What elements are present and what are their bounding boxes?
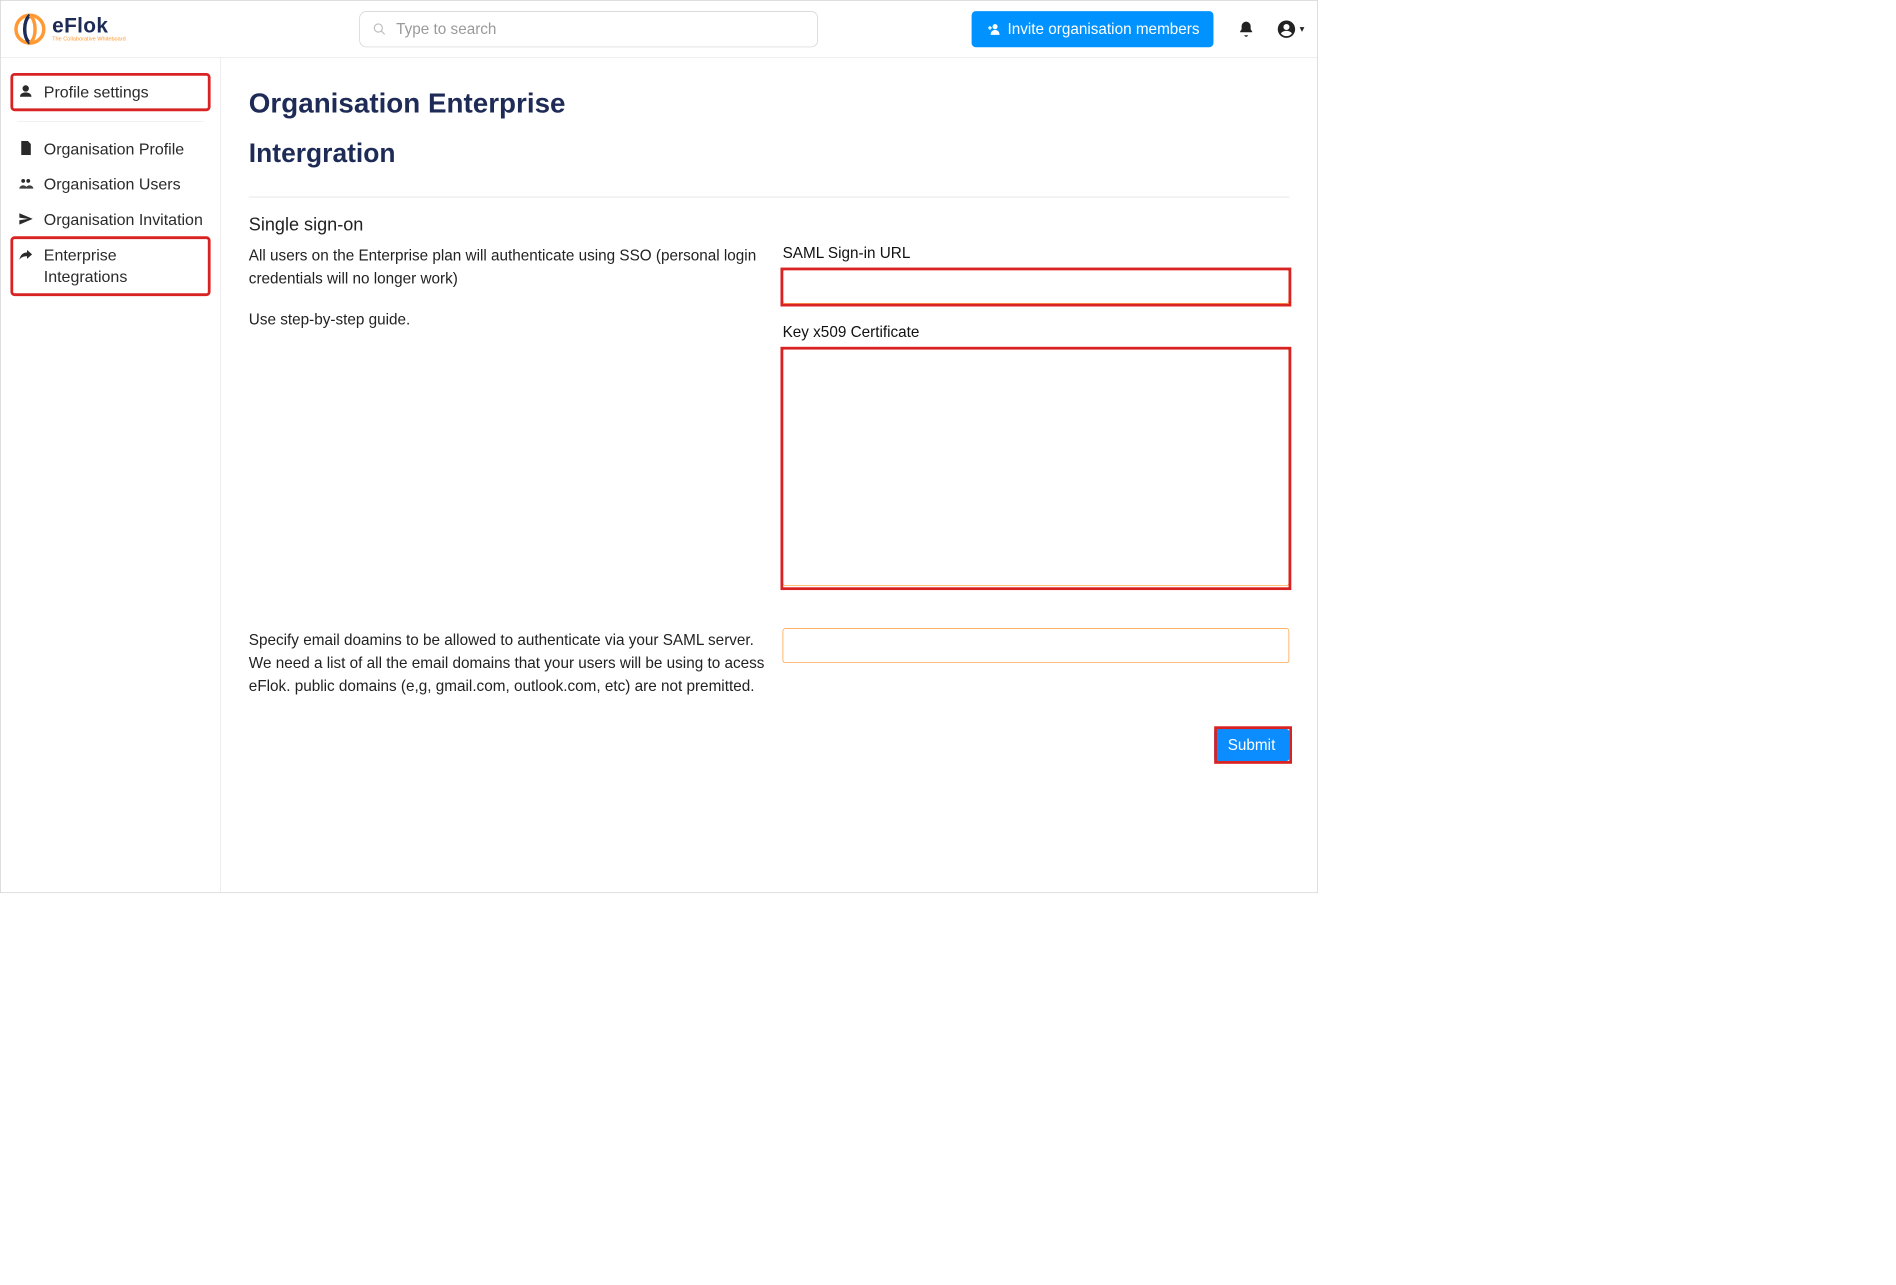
sso-two-col: All users on the Enterprise plan will au…: [249, 244, 1289, 609]
page-subtitle: Intergration: [249, 139, 1289, 169]
bell-icon: [1237, 20, 1255, 38]
saml-url-label: SAML Sign-in URL: [783, 244, 1290, 262]
sidebar-divider: [17, 121, 203, 122]
sso-heading: Single sign-on: [249, 214, 1289, 236]
brand-tagline: The Collaborative Whiteboard: [52, 35, 126, 41]
sidebar-item-organisation-users[interactable]: Organisation Users: [12, 167, 209, 202]
submit-row: Submit: [249, 729, 1289, 761]
domains-help-text: Specify email doamins to be allowed to a…: [249, 628, 777, 697]
sidebar-item-label: Organisation Invitation: [44, 209, 203, 231]
share-icon: [17, 247, 34, 262]
search-wrap: [359, 11, 818, 47]
user-circle-icon: [1276, 18, 1297, 39]
brand-name: eFlok: [52, 15, 108, 38]
invite-members-label: Invite organisation members: [1007, 20, 1199, 38]
invite-members-button[interactable]: Invite organisation members: [971, 11, 1213, 47]
sso-guide-text: Use step-by-step guide.: [249, 308, 777, 331]
domains-input[interactable]: [783, 628, 1290, 663]
search-icon: [373, 22, 387, 36]
cert-textarea[interactable]: [783, 348, 1290, 586]
saml-url-input[interactable]: [783, 269, 1290, 304]
cert-label: Key x509 Certificate: [783, 323, 1290, 341]
sidebar-item-enterprise-integrations[interactable]: Enterprise Integrations: [12, 238, 209, 295]
body: Profile settings Organisation Profile: [1, 58, 1317, 893]
user-menu[interactable]: ▾: [1276, 18, 1305, 39]
domains-row: Specify email doamins to be allowed to a…: [249, 628, 1289, 697]
sidebar-item-label: Organisation Profile: [44, 138, 184, 160]
cert-field: Key x509 Certificate: [783, 323, 1290, 589]
search-input[interactable]: [395, 19, 805, 38]
caret-down-icon: ▾: [1300, 23, 1305, 35]
users-icon: [17, 176, 34, 191]
sidebar-item-label: Enterprise Integrations: [44, 245, 204, 288]
sidebar-item-organisation-invitation[interactable]: Organisation Invitation: [12, 202, 209, 237]
sidebar-item-organisation-profile[interactable]: Organisation Profile: [12, 131, 209, 166]
topbar: eFlok The Collaborative Whiteboard Invit…: [1, 1, 1317, 58]
sidebar-item-label: Profile settings: [44, 81, 149, 103]
sidebar: Profile settings Organisation Profile: [1, 58, 221, 893]
paper-plane-icon: [17, 211, 34, 226]
notifications-button[interactable]: [1234, 17, 1258, 41]
page-title: Organisation Enterprise: [249, 88, 1289, 119]
globe-logo-icon: [13, 12, 46, 45]
sidebar-item-label: Organisation Users: [44, 174, 181, 196]
sidebar-item-profile-settings[interactable]: Profile settings: [12, 74, 209, 109]
app-frame: eFlok The Collaborative Whiteboard Invit…: [0, 0, 1318, 893]
brand-logo[interactable]: eFlok The Collaborative Whiteboard: [13, 12, 138, 45]
section-divider: [249, 197, 1289, 198]
sso-description: All users on the Enterprise plan will au…: [249, 244, 777, 290]
main-content: Organisation Enterprise Intergration Sin…: [221, 58, 1317, 893]
file-icon: [17, 140, 34, 155]
saml-url-field: SAML Sign-in URL: [783, 244, 1290, 304]
user-plus-icon: [985, 21, 1000, 36]
submit-button[interactable]: Submit: [1214, 729, 1289, 761]
search-box[interactable]: [359, 11, 818, 47]
user-outline-icon: [17, 83, 34, 98]
